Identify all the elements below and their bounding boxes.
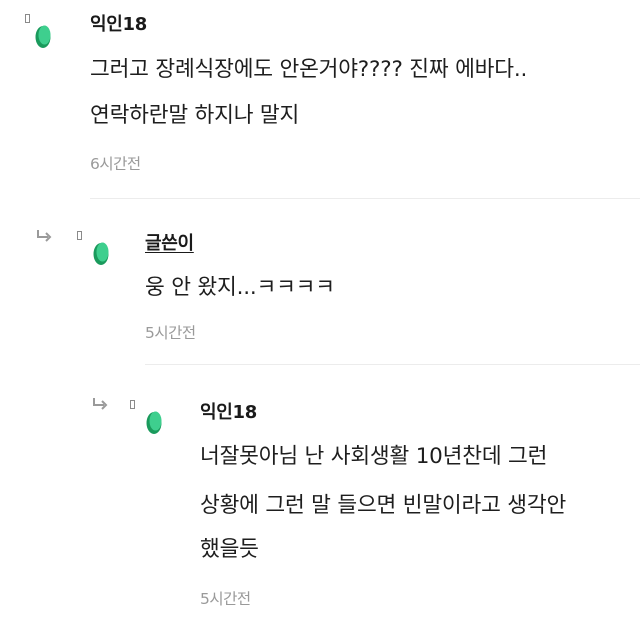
comment-body-line: 연락하란말 하지나 말지 [90,103,300,128]
comment-timestamp: 5시간전 [145,324,196,342]
comment-body-line: 그러고 장례식장에도 안온거야???? 진짜 에바다.. [90,57,528,82]
reply-arrow-icon [93,398,108,410]
comment-timestamp: 6시간전 [90,155,141,173]
comment-body-line: 했을듯 [200,537,259,562]
green-leaf-avatar-icon[interactable] [34,25,52,49]
more-options-icon[interactable] [77,231,82,240]
more-options-icon[interactable] [130,400,135,409]
comment-body-line: 너잘못아님 난 사회생활 10년찬데 그런 [200,444,548,469]
comment-item: 익인18 그러고 장례식장에도 안온거야???? 진짜 에바다.. 연락하란말 … [0,0,640,198]
more-options-icon[interactable] [25,14,30,23]
comment-author[interactable]: 익인18 [90,10,147,36]
green-leaf-avatar-icon[interactable] [145,411,163,435]
reply-comment-item: 글쓴이 웅 안 왔지...ㅋㅋㅋㅋ 5시간전 [0,199,640,364]
comment-body-line: 상황에 그런 말 들으면 빈말이라고 생각안 [200,493,567,518]
comment-author[interactable]: 익인18 [200,398,257,424]
comment-timestamp: 5시간전 [200,590,251,608]
comment-author[interactable]: 글쓴이 [145,229,194,255]
green-leaf-avatar-icon[interactable] [92,242,110,266]
reply-arrow-icon [37,230,52,242]
reply-comment-item: 익인18 너잘못아님 난 사회생활 10년찬데 그런 상황에 그런 말 들으면 … [0,365,640,623]
comment-body-line: 웅 안 왔지...ㅋㅋㅋㅋ [145,275,335,300]
